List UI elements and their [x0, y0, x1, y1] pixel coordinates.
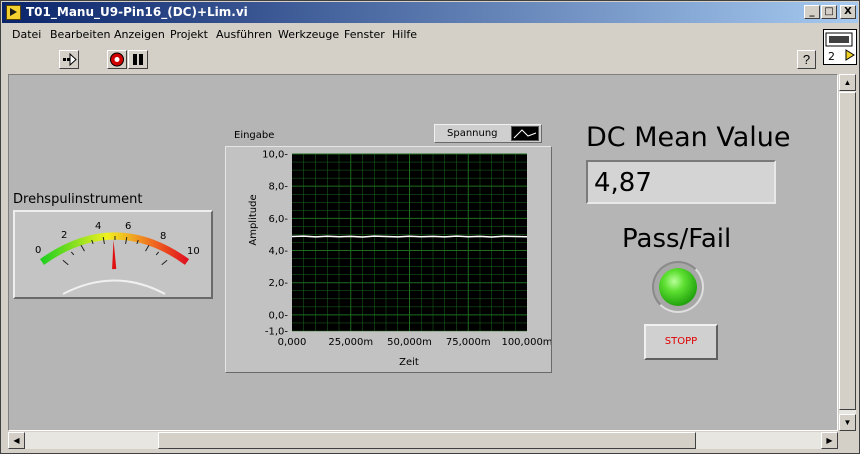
- dc-mean-label: DC Mean Value: [586, 122, 791, 153]
- dc-mean-value: 4,87: [594, 168, 652, 198]
- menu-werkzeuge[interactable]: Werkzeuge: [278, 28, 339, 41]
- vertical-scrollbar[interactable]: ▲ ▼: [839, 74, 856, 431]
- title-bar[interactable]: T01_Manu_U9-Pin16_(DC)+Lim.vi _ □ X: [2, 2, 858, 23]
- y-axis-label: Amplitude: [248, 194, 259, 245]
- plot-legend[interactable]: Spannung: [434, 124, 542, 143]
- scroll-down-icon[interactable]: ▼: [839, 414, 856, 431]
- menu-hilfe[interactable]: Hilfe: [392, 28, 417, 41]
- window-title: T01_Manu_U9-Pin16_(DC)+Lim.vi: [26, 5, 248, 19]
- x-axis-label: Zeit: [399, 357, 419, 368]
- meter-frame: 0 2 4 6 8 10: [13, 210, 213, 299]
- pass-fail-led-frame[interactable]: [652, 261, 704, 313]
- meter-scale-0: 0: [35, 245, 41, 256]
- x-ticks: 0,000 25,000m 50,000m 75,000m 100,000m: [278, 337, 551, 348]
- horizontal-scrollbar[interactable]: ◀ ▶: [8, 432, 838, 449]
- meter-tick: [80, 244, 85, 252]
- run-arrow-icon[interactable]: [59, 50, 79, 69]
- meter-scale-10: 10: [187, 246, 200, 257]
- pass-fail-led: [659, 268, 697, 306]
- meter-tick: [155, 251, 160, 256]
- y-tick-label: 6,0-: [268, 214, 288, 225]
- y-ticks: 10,0- 8,0- 6,0- 4,0- 2,0- 0,0- -1,0-: [262, 150, 288, 338]
- minimize-button[interactable]: _: [804, 5, 820, 19]
- x-tick-label: 25,000m: [328, 337, 373, 348]
- menu-projekt[interactable]: Projekt: [170, 28, 208, 41]
- meter-scale-4: 4: [95, 221, 101, 232]
- abort-icon[interactable]: [107, 50, 127, 69]
- meter-scale-6: 6: [125, 221, 131, 232]
- legend-name: Spannung: [447, 128, 498, 139]
- scroll-up-icon[interactable]: ▲: [839, 74, 856, 91]
- meter-needle: [112, 240, 117, 270]
- vertical-scroll-thumb[interactable]: [839, 92, 856, 410]
- meter-label: Drehspulinstrument: [13, 192, 143, 207]
- vi-icon-number: 2: [828, 50, 835, 63]
- y-tick-label: -1,0-: [265, 327, 289, 338]
- legend-line-swatch-icon: [511, 126, 539, 141]
- y-tick-label: 10,0-: [262, 150, 288, 161]
- menu-fenster[interactable]: Fenster: [344, 28, 385, 41]
- graph-label: Eingabe: [234, 130, 275, 141]
- y-tick-label: 0,0-: [268, 310, 288, 321]
- front-panel: Drehspulinstrument 0 2 4 6 8 10 Eingabe …: [8, 74, 838, 431]
- x-tick-label: 50,000m: [387, 337, 432, 348]
- y-tick-label: 8,0-: [268, 182, 288, 193]
- scroll-left-icon[interactable]: ◀: [8, 432, 25, 449]
- dc-mean-display: 4,87: [586, 160, 776, 204]
- toolbar: ?: [2, 47, 822, 72]
- menu-anzeigen[interactable]: Anzeigen: [114, 28, 165, 41]
- stopp-button[interactable]: STOPP: [644, 324, 718, 360]
- menu-datei[interactable]: Datei: [12, 28, 41, 41]
- y-tick-label: 2,0-: [268, 278, 288, 289]
- menu-ausfuehren[interactable]: Ausführen: [216, 28, 272, 41]
- meter-tick: [145, 244, 150, 252]
- menu-bearbeiten[interactable]: Bearbeiten: [50, 28, 110, 41]
- plot-grid: [292, 153, 527, 332]
- maximize-button[interactable]: □: [821, 5, 837, 19]
- graph-frame: Eingabe 10,0- 8,0- 6,0- 4,0- 2,0- 0,0- -1,0- 0…: [225, 130, 552, 373]
- y-tick-label: 4,0-: [268, 246, 288, 257]
- meter-tick: [62, 259, 69, 266]
- meter-scale-2: 2: [61, 230, 67, 241]
- horizontal-scroll-thumb[interactable]: [158, 432, 696, 449]
- pause-icon[interactable]: [128, 50, 148, 69]
- vi-connector-icon[interactable]: 2: [823, 29, 857, 65]
- help-icon[interactable]: ?: [797, 50, 816, 69]
- labview-vi-icon: [6, 5, 21, 20]
- x-tick-label: 75,000m: [446, 337, 491, 348]
- x-tick-label: 100,000m: [501, 337, 551, 348]
- waveform-graph[interactable]: 10,0- 8,0- 6,0- 4,0- 2,0- 0,0- -1,0- 0,000 25,0…: [226, 147, 551, 372]
- meter-scale-8: 8: [160, 231, 166, 242]
- meter-tick: [70, 251, 75, 256]
- labview-window: T01_Manu_U9-Pin16_(DC)+Lim.vi _ □ X Date…: [0, 0, 860, 454]
- meter-tick: [161, 259, 168, 266]
- menu-bar: Datei Bearbeiten Anzeigen Projekt Ausfüh…: [2, 25, 822, 45]
- close-button[interactable]: X: [840, 5, 856, 19]
- x-tick-label: 0,000: [278, 337, 307, 348]
- pass-fail-label: Pass/Fail: [622, 224, 732, 254]
- scroll-right-icon[interactable]: ▶: [821, 432, 838, 449]
